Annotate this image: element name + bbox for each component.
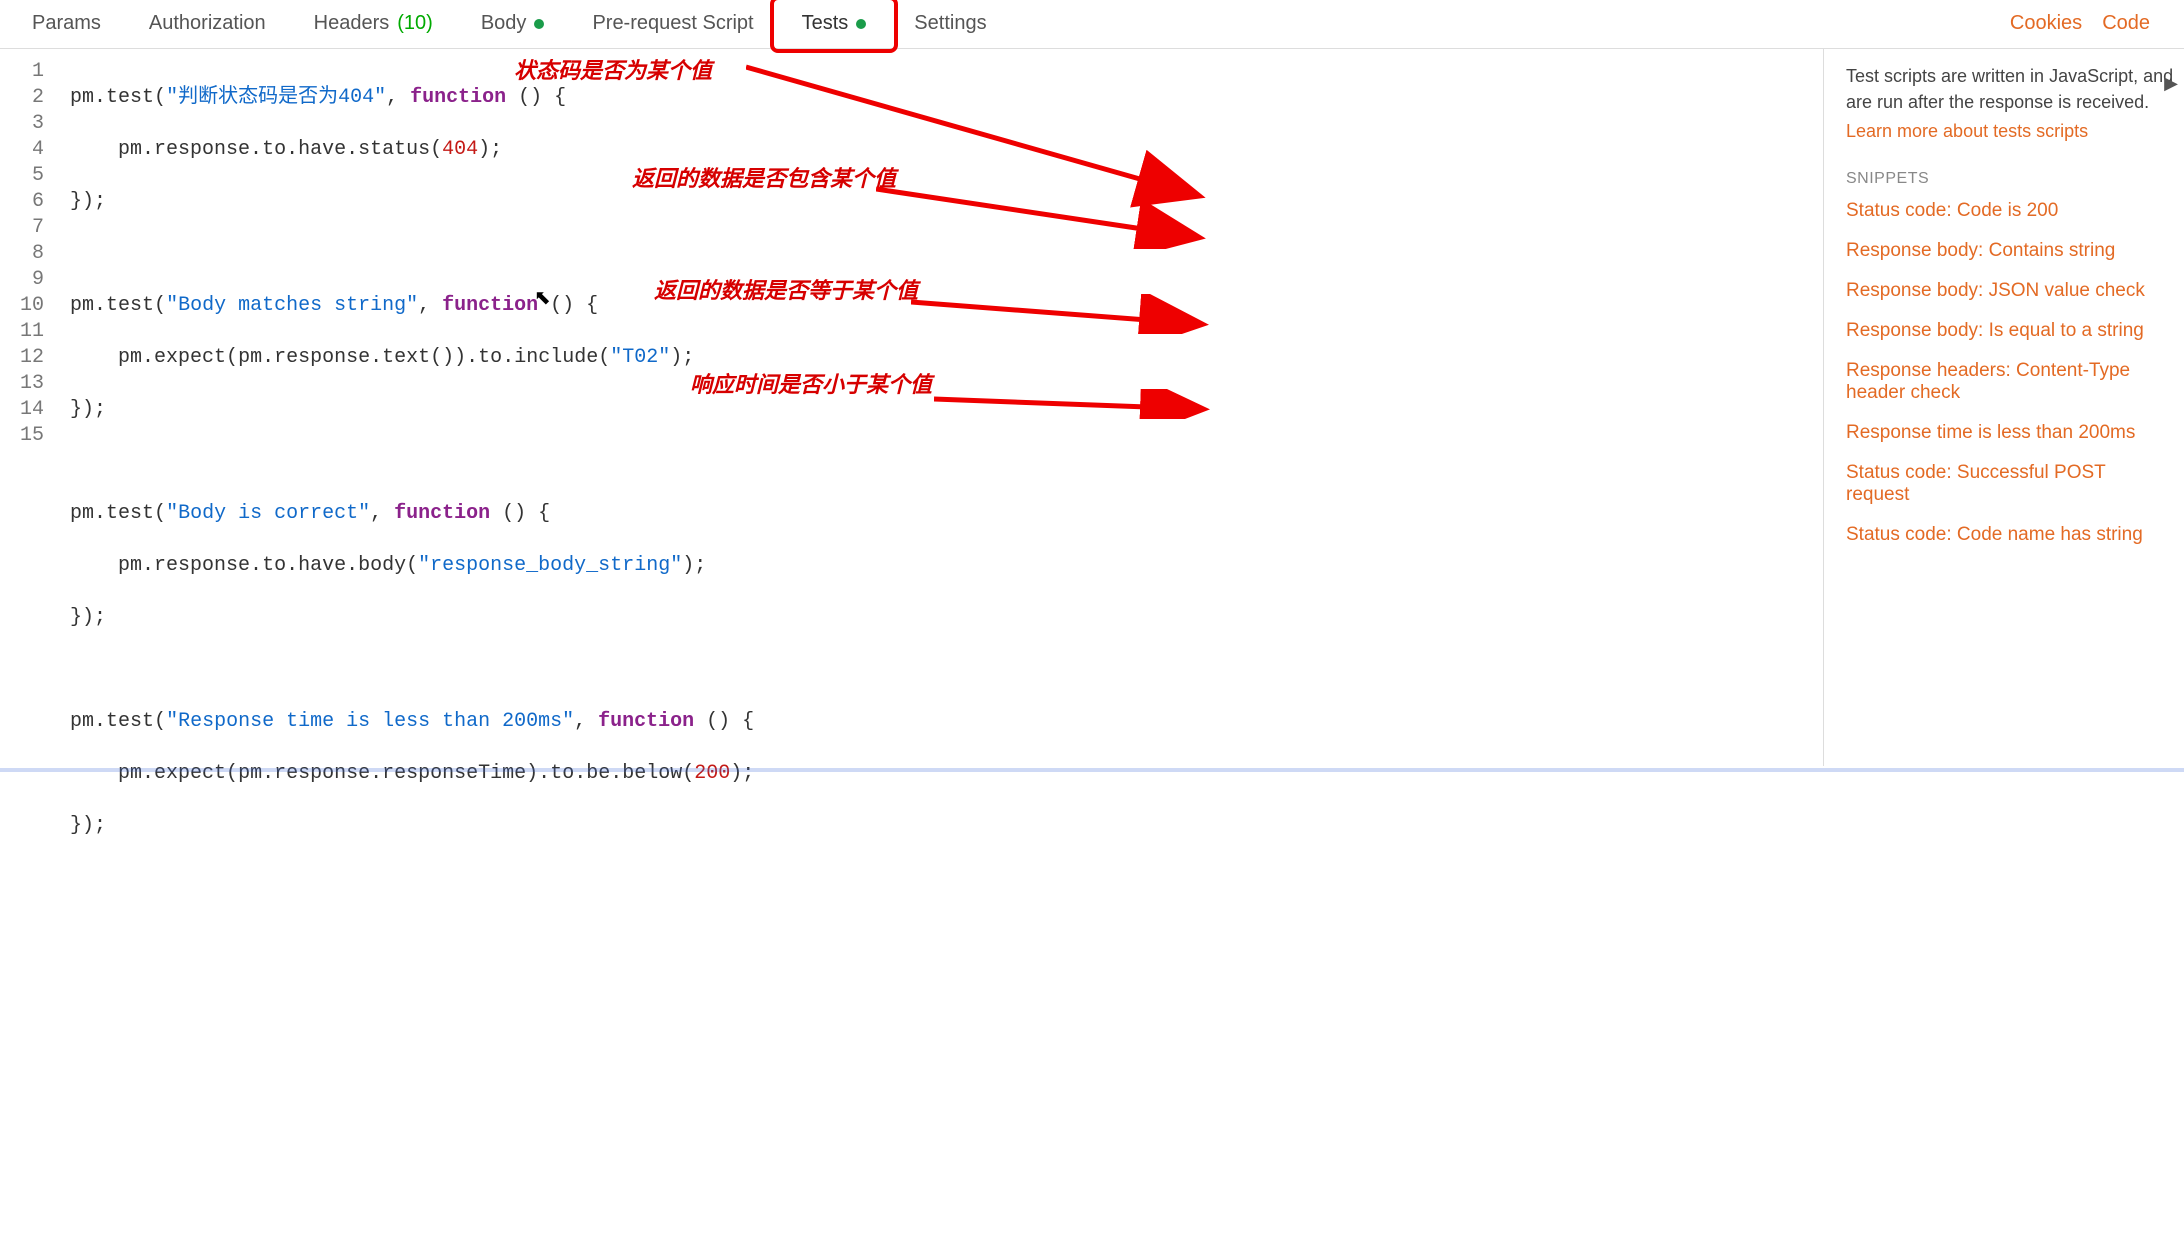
code-line: pm.test("Body matches string", function … xyxy=(70,293,1823,319)
dot-indicator-icon xyxy=(534,19,544,29)
tab-label: Body xyxy=(481,12,527,35)
code-line: pm.test("判断状态码是否为404", function () { xyxy=(70,85,1823,111)
line-number: 5 xyxy=(4,163,44,189)
tab-headers[interactable]: Headers (10) xyxy=(290,2,457,45)
code-line: }); xyxy=(70,397,1823,423)
tab-body[interactable]: Body xyxy=(457,2,569,45)
line-number: 4 xyxy=(4,137,44,163)
tabs-right-group: Cookies Code xyxy=(2010,12,2176,35)
annotation-status-code: 状态码是否为某个值 xyxy=(514,57,712,85)
code-line: pm.test("Body is correct", function () { xyxy=(70,501,1823,527)
code-line: pm.expect(pm.response.responseTime).to.b… xyxy=(70,761,1823,787)
line-number: 1 xyxy=(4,59,44,85)
line-number: 15 xyxy=(4,423,44,449)
tab-label: Pre-request Script xyxy=(592,12,753,35)
code-line: pm.test("Response time is less than 200m… xyxy=(70,709,1823,735)
bottom-border xyxy=(0,768,2184,772)
line-number: 10 xyxy=(4,293,44,319)
snippet-body-equal[interactable]: Response body: Is equal to a string xyxy=(1846,320,2174,342)
snippet-body-contains[interactable]: Response body: Contains string xyxy=(1846,240,2174,262)
annotation-response-time: 响应时间是否小于某个值 xyxy=(690,371,920,399)
code-line xyxy=(70,241,1823,267)
learn-more-link[interactable]: Learn more about tests scripts xyxy=(1846,121,2174,142)
code-line: }); xyxy=(70,605,1823,631)
annotation-body-contains: 返回的数据是否包含某个值 xyxy=(632,165,862,193)
code-line xyxy=(70,449,1823,475)
tests-help-panel: ▶ Test scripts are written in JavaScript… xyxy=(1824,49,2184,766)
tab-prerequest[interactable]: Pre-request Script xyxy=(568,2,777,45)
snippets-header: SNIPPETS xyxy=(1846,170,2174,188)
cookies-link[interactable]: Cookies xyxy=(2010,12,2082,35)
line-number: 6 xyxy=(4,189,44,215)
snippet-content-type[interactable]: Response headers: Content-Type header ch… xyxy=(1846,360,2174,404)
mouse-cursor-icon: ⬉ xyxy=(534,287,551,313)
line-number: 2 xyxy=(4,85,44,111)
snippet-code-name[interactable]: Status code: Code name has string xyxy=(1846,524,2174,546)
tab-authorization[interactable]: Authorization xyxy=(125,2,290,45)
line-number: 8 xyxy=(4,241,44,267)
snippet-json-value[interactable]: Response body: JSON value check xyxy=(1846,280,2174,302)
tab-settings[interactable]: Settings xyxy=(890,2,1010,45)
tab-tests[interactable]: Tests xyxy=(778,2,891,45)
tab-label: Tests xyxy=(802,12,849,35)
line-number: 7 xyxy=(4,215,44,241)
line-number: 14 xyxy=(4,397,44,423)
headers-count-badge: (10) xyxy=(397,12,433,35)
code-line: pm.response.to.have.status(404); xyxy=(70,137,1823,163)
snippet-status-200[interactable]: Status code: Code is 200 xyxy=(1846,200,2174,222)
code-line: pm.response.to.have.body("response_body_… xyxy=(70,553,1823,579)
tab-label: Settings xyxy=(914,12,986,35)
main-area: 1 2 3 4 5 6 7 8 9 10 11 12 13 14 15 pm.t… xyxy=(0,48,2184,766)
code-link[interactable]: Code xyxy=(2102,12,2150,35)
tests-code-editor[interactable]: 1 2 3 4 5 6 7 8 9 10 11 12 13 14 15 pm.t… xyxy=(0,49,1824,766)
line-number: 13 xyxy=(4,371,44,397)
tabs-left-group: Params Authorization Headers (10) Body P… xyxy=(8,2,1011,45)
line-number: 3 xyxy=(4,111,44,137)
code-line: }); xyxy=(70,189,1823,215)
tab-label: Authorization xyxy=(149,12,266,35)
line-number-gutter: 1 2 3 4 5 6 7 8 9 10 11 12 13 14 15 xyxy=(0,49,56,766)
line-number: 12 xyxy=(4,345,44,371)
tab-label: Headers xyxy=(314,12,390,35)
annotation-body-equals: 返回的数据是否等于某个值 xyxy=(654,277,884,305)
help-text: Test scripts are written in JavaScript, … xyxy=(1846,63,2174,115)
line-number: 11 xyxy=(4,319,44,345)
code-line: pm.expect(pm.response.text()).to.include… xyxy=(70,345,1823,371)
line-number: 9 xyxy=(4,267,44,293)
chevron-right-icon[interactable]: ▶ xyxy=(2164,73,2178,94)
code-body[interactable]: pm.test("判断状态码是否为404", function () { pm.… xyxy=(56,49,1823,766)
snippet-response-time[interactable]: Response time is less than 200ms xyxy=(1846,422,2174,444)
code-line: }); xyxy=(70,813,1823,839)
code-line xyxy=(70,657,1823,683)
tab-label: Params xyxy=(32,12,101,35)
dot-indicator-icon xyxy=(856,19,866,29)
tab-params[interactable]: Params xyxy=(8,2,125,45)
snippet-list: Status code: Code is 200 Response body: … xyxy=(1846,200,2174,546)
snippet-post-success[interactable]: Status code: Successful POST request xyxy=(1846,462,2174,506)
request-tabs-bar: Params Authorization Headers (10) Body P… xyxy=(0,0,2184,48)
